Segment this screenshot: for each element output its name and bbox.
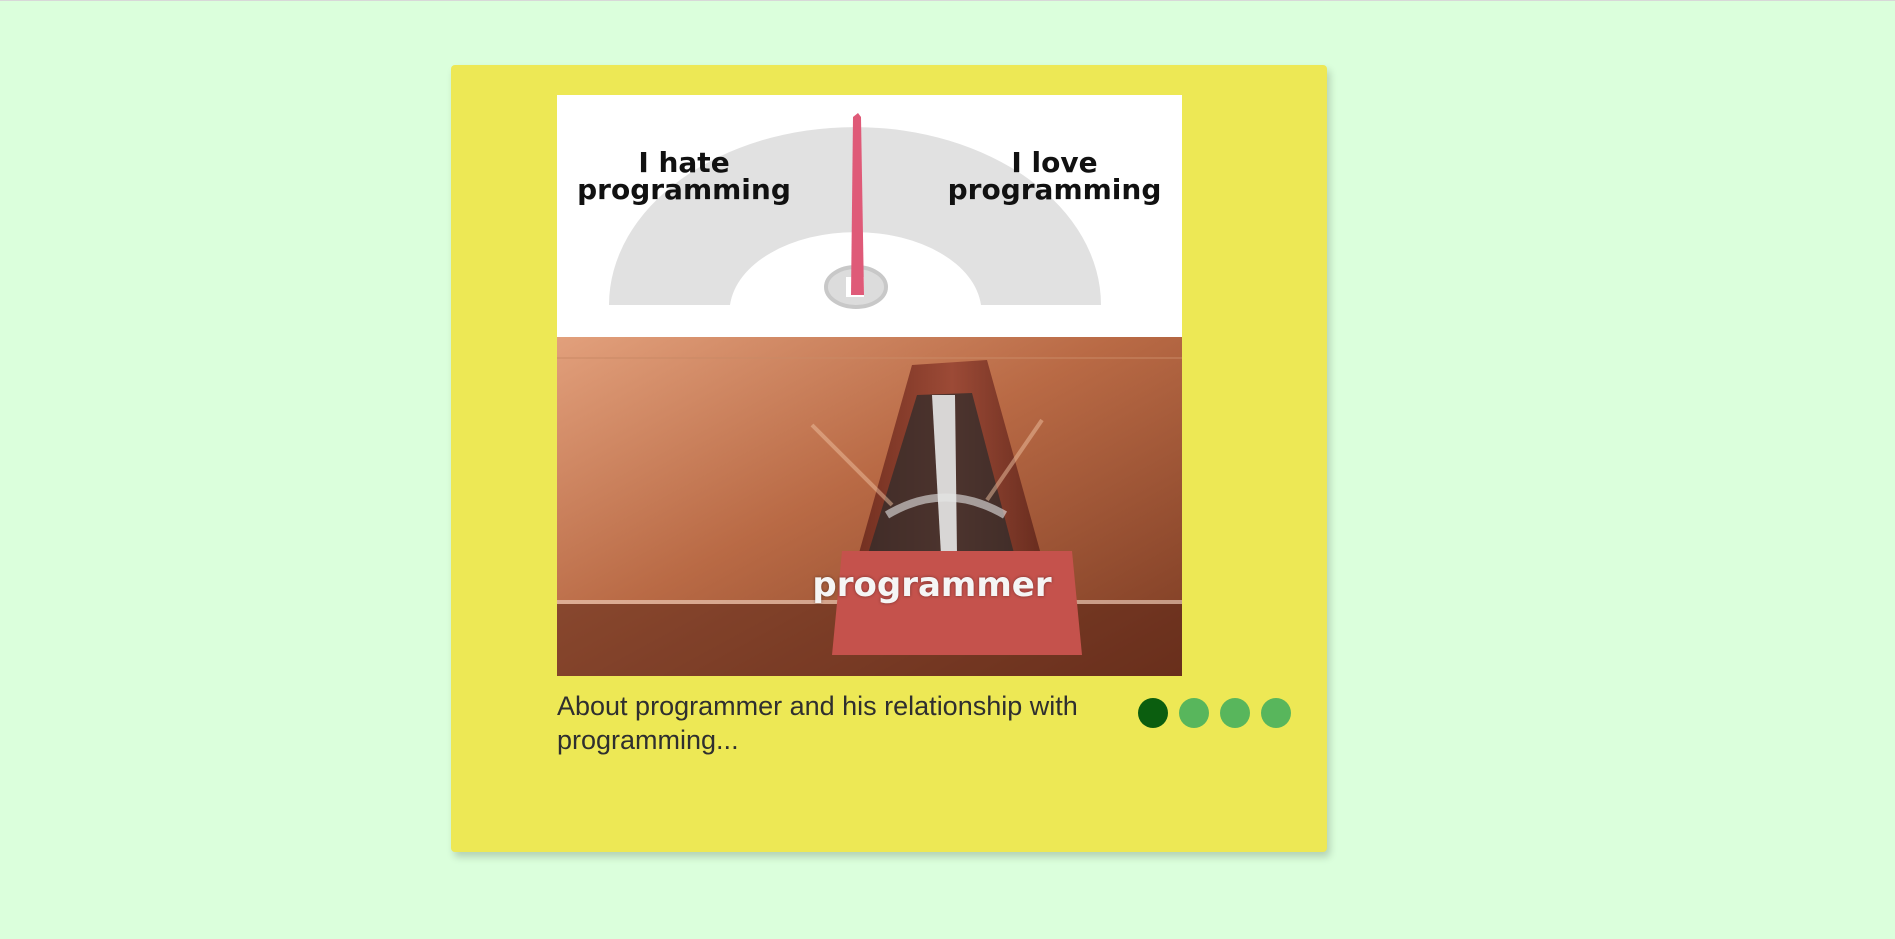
meme-image: I hate programming I love programming pr… [557, 95, 1182, 676]
gauge-right-label-line2: programming [947, 173, 1162, 206]
post-card: I hate programming I love programming pr… [451, 65, 1327, 852]
carousel-dot-2[interactable] [1179, 698, 1209, 728]
carousel-dots [1138, 698, 1291, 728]
top-border [0, 0, 1895, 1]
carousel-dot-4[interactable] [1261, 698, 1291, 728]
gauge-left-label-line1: I hate [638, 146, 730, 179]
post-caption: About programmer and his relationship wi… [557, 691, 1078, 755]
gauge-left-label-line2: programming [577, 173, 791, 206]
gauge-right-label-line1: I love [1011, 146, 1098, 179]
meme-bottom-label: programmer [812, 565, 1052, 605]
carousel-dot-1[interactable] [1138, 698, 1168, 728]
carousel-dot-3[interactable] [1220, 698, 1250, 728]
